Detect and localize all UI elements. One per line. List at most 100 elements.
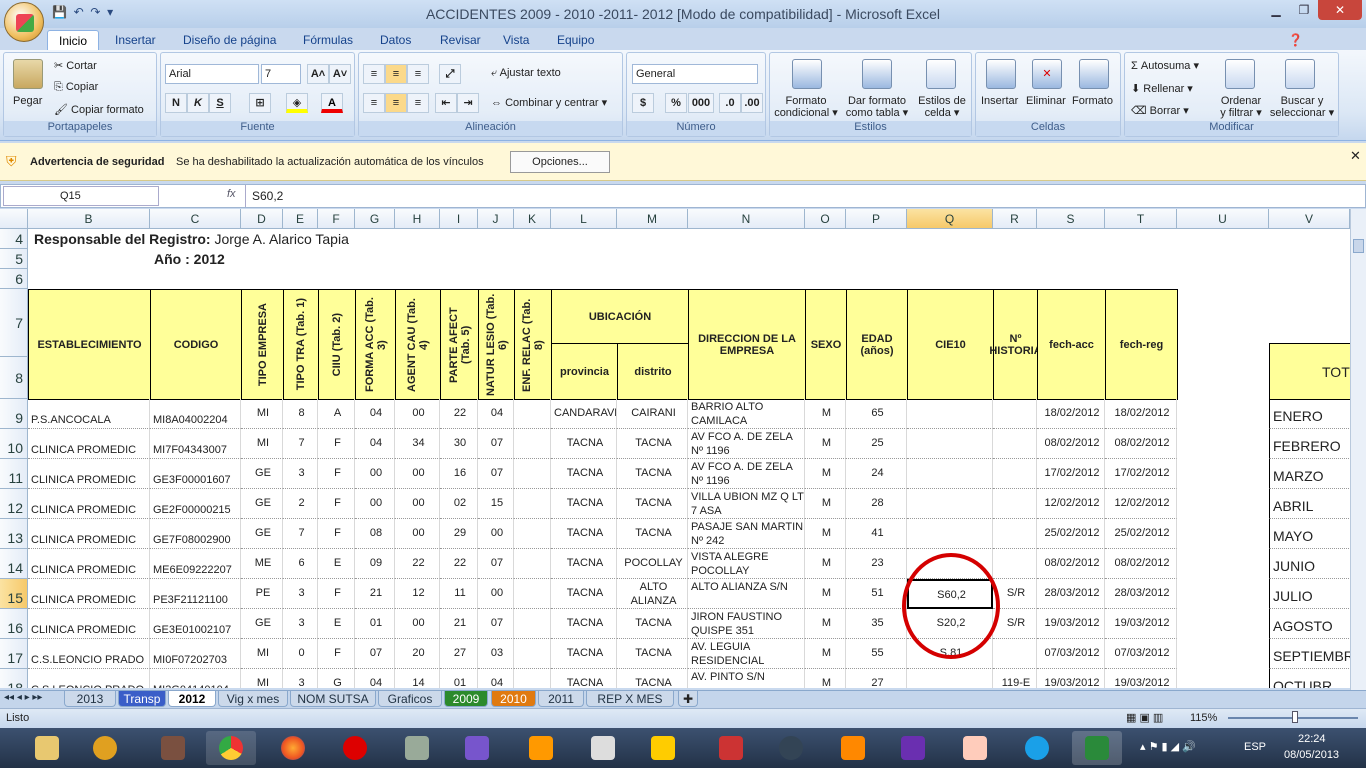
column-header-o[interactable]: O	[805, 209, 846, 229]
cell-t-18[interactable]: 19/03/2012	[1105, 669, 1177, 688]
cell-p-16[interactable]: 35	[846, 609, 907, 639]
cell-o-9[interactable]: M	[805, 399, 846, 429]
cell-t-11[interactable]: 17/02/2012	[1105, 459, 1177, 489]
cell-j-14[interactable]: 07	[478, 549, 514, 579]
cell-n-17[interactable]: AV. LEGUIA RESIDENCIAL	[688, 639, 805, 669]
column-header-n[interactable]: N	[688, 209, 805, 229]
office-button[interactable]	[4, 2, 44, 42]
cell-f-12[interactable]: F	[318, 489, 355, 519]
column-header-f[interactable]: F	[318, 209, 355, 229]
column-header-t[interactable]: T	[1105, 209, 1177, 229]
cell-b-9[interactable]: P.S.ANCOCALA	[28, 399, 150, 429]
cell-f-13[interactable]: F	[318, 519, 355, 549]
cell-f-11[interactable]: F	[318, 459, 355, 489]
cell-k-16[interactable]	[514, 609, 551, 639]
fill-color-button[interactable]: ◈	[286, 93, 308, 113]
cell-d-15[interactable]: PE	[241, 579, 283, 609]
firefox-taskbar-button[interactable]	[268, 731, 318, 765]
cell-g-9[interactable]: 04	[355, 399, 395, 429]
cell-r-12[interactable]	[993, 489, 1037, 519]
cell-m-9[interactable]: CAIRANI	[617, 399, 688, 429]
cell-k-11[interactable]	[514, 459, 551, 489]
cell-q-12[interactable]	[907, 489, 993, 519]
cell-p-12[interactable]: 28	[846, 489, 907, 519]
cell-r-9[interactable]	[993, 399, 1037, 429]
cell-r-13[interactable]	[993, 519, 1037, 549]
cell-n-14[interactable]: VISTA ALEGRE POCOLLAY	[688, 549, 805, 579]
cell-c-14[interactable]: ME6E09222207	[150, 549, 241, 579]
cell-o-12[interactable]: M	[805, 489, 846, 519]
cell-o-16[interactable]: M	[805, 609, 846, 639]
cell-i-14[interactable]: 22	[440, 549, 478, 579]
cell-b-12[interactable]: CLINICA PROMEDIC	[28, 489, 150, 519]
restore-button[interactable]: ❐	[1290, 0, 1318, 20]
thousands-button[interactable]: 000	[688, 93, 714, 113]
cell-l-14[interactable]: TACNA	[551, 549, 617, 579]
cell-m-10[interactable]: TACNA	[617, 429, 688, 459]
cell-v-11[interactable]: MARZO	[1269, 459, 1350, 489]
align-center-button[interactable]: ≡	[385, 93, 407, 113]
cell-f-16[interactable]: E	[318, 609, 355, 639]
cell-d-10[interactable]: MI	[241, 429, 283, 459]
tab-equipo[interactable]: Equipo	[557, 30, 594, 50]
cell-p-11[interactable]: 24	[846, 459, 907, 489]
cell-b-16[interactable]: CLINICA PROMEDIC	[28, 609, 150, 639]
format-as-table-button[interactable]: Dar formato como tabla ▾	[842, 95, 912, 119]
column-header-b[interactable]: B	[28, 209, 150, 229]
cell-l-17[interactable]: TACNA	[551, 639, 617, 669]
cell-j-15[interactable]: 00	[478, 579, 514, 609]
cell-i-15[interactable]: 11	[440, 579, 478, 609]
cell-v-13[interactable]: MAYO	[1269, 519, 1350, 549]
cell-g-16[interactable]: 01	[355, 609, 395, 639]
cell-l-9[interactable]: CANDARAVE	[551, 399, 617, 429]
row-header-4[interactable]: 4	[0, 229, 28, 249]
cell-e-18[interactable]: 3	[283, 669, 318, 688]
cell-r-10[interactable]	[993, 429, 1037, 459]
insert-cells-button[interactable]: Insertar	[981, 95, 1018, 107]
cell-b-17[interactable]: C.S.LEONCIO PRADO	[28, 639, 150, 669]
cell-p-9[interactable]: 65	[846, 399, 907, 429]
cell-k-13[interactable]	[514, 519, 551, 549]
cell-t-13[interactable]: 25/02/2012	[1105, 519, 1177, 549]
decrease-decimal-button[interactable]: .00	[741, 93, 763, 113]
align-middle-button[interactable]: ≡	[385, 64, 407, 84]
cell-t-12[interactable]: 12/02/2012	[1105, 489, 1177, 519]
row-header-17[interactable]: 17	[0, 639, 28, 669]
sheet-tab-vig-x-mes[interactable]: Vig x mes	[218, 691, 288, 707]
orientation-button[interactable]: ⤢	[439, 64, 461, 84]
cell-s-18[interactable]: 19/03/2012	[1037, 669, 1105, 688]
cell-v-12[interactable]: ABRIL	[1269, 489, 1350, 519]
cell-p-10[interactable]: 25	[846, 429, 907, 459]
formula-input[interactable]: S60,2	[245, 185, 1347, 207]
cell-k-10[interactable]	[514, 429, 551, 459]
cell-h-10[interactable]: 34	[395, 429, 440, 459]
cell-n-10[interactable]: AV FCO A. DE ZELA Nº 1196	[688, 429, 805, 459]
cell-d-16[interactable]: GE	[241, 609, 283, 639]
column-header-q[interactable]: Q	[907, 209, 993, 229]
cell-k-9[interactable]	[514, 399, 551, 429]
customize-qat-icon[interactable]: ▾	[107, 5, 113, 19]
cell-i-13[interactable]: 29	[440, 519, 478, 549]
cell-d-12[interactable]: GE	[241, 489, 283, 519]
minimize-button[interactable]: ▁	[1262, 0, 1290, 20]
cell-k-15[interactable]	[514, 579, 551, 609]
row-header-13[interactable]: 13	[0, 519, 28, 549]
column-header-e[interactable]: E	[283, 209, 318, 229]
column-header-r[interactable]: R	[993, 209, 1037, 229]
cell-d-18[interactable]: MI	[241, 669, 283, 688]
row-header-10[interactable]: 10	[0, 429, 28, 459]
cell-t-16[interactable]: 19/03/2012	[1105, 609, 1177, 639]
cell-f-15[interactable]: F	[318, 579, 355, 609]
tab-revisar[interactable]: Revisar	[440, 30, 481, 50]
cell-i-18[interactable]: 01	[440, 669, 478, 688]
cell-e-9[interactable]: 8	[283, 399, 318, 429]
cell-d-11[interactable]: GE	[241, 459, 283, 489]
cell-h-17[interactable]: 20	[395, 639, 440, 669]
cell-o-17[interactable]: M	[805, 639, 846, 669]
cell-q-13[interactable]	[907, 519, 993, 549]
align-top-button[interactable]: ≡	[363, 64, 385, 84]
column-header-k[interactable]: K	[514, 209, 551, 229]
italic-button[interactable]: K	[187, 93, 209, 113]
windows-taskbar-button[interactable]	[578, 731, 628, 765]
find-select-button[interactable]: Buscar y seleccionar ▾	[1267, 95, 1337, 119]
